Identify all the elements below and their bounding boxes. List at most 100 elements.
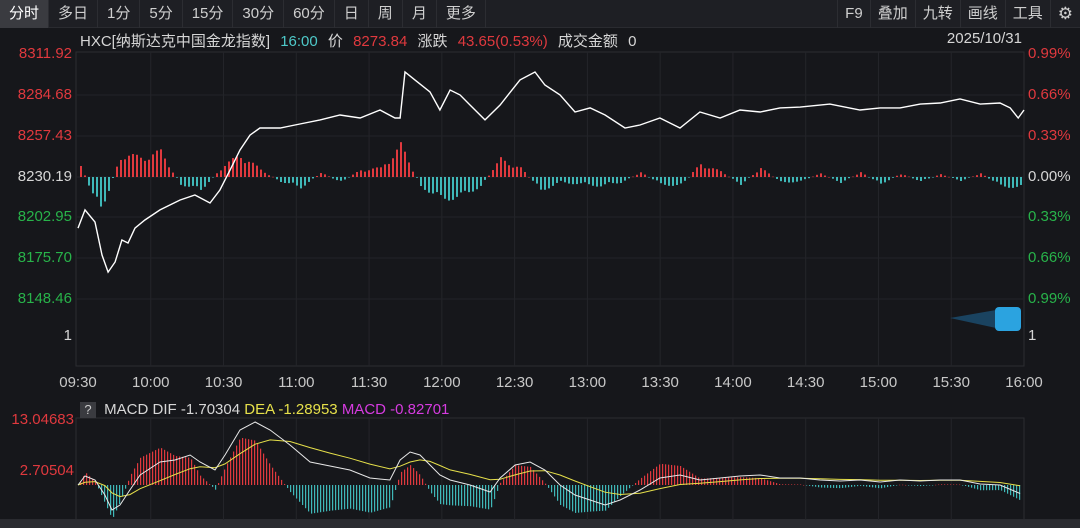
macd-bar <box>413 468 415 485</box>
volume-bar <box>236 156 238 177</box>
macd-bar <box>137 463 139 485</box>
volume-bar <box>148 159 150 177</box>
volume-bar <box>176 177 178 178</box>
macd-header: ? MACD DIF -1.70304 DEA -1.28953 MACD -0… <box>80 401 449 418</box>
macd-bar <box>245 438 247 485</box>
macd-bar <box>860 485 862 486</box>
macd-bar <box>575 485 577 513</box>
macd-bar <box>287 485 289 489</box>
macd-bar <box>647 473 649 485</box>
macd-bar <box>281 479 283 485</box>
macd-bar <box>875 485 877 488</box>
macd-bar <box>470 485 472 507</box>
macd-bar <box>578 485 580 513</box>
dea-label: DEA <box>244 401 275 418</box>
volume-bar <box>540 177 542 190</box>
macd-bar <box>536 473 538 485</box>
macd-bar <box>908 485 910 486</box>
macd-bar <box>230 457 232 485</box>
macd-bar <box>992 485 994 491</box>
volume-bar <box>772 176 774 178</box>
volume-bar <box>892 177 894 178</box>
volume-bar <box>776 177 778 179</box>
volume-bar <box>700 164 702 177</box>
macd-bar <box>143 456 145 485</box>
volume-bar <box>404 151 406 177</box>
macd-bar <box>749 477 751 485</box>
intraday-chart[interactable] <box>0 0 1080 528</box>
macd-bar <box>260 448 262 485</box>
volume-bar <box>452 177 454 200</box>
macd-bar <box>524 466 526 485</box>
macd-bar <box>392 485 394 501</box>
macd-bar <box>338 485 340 510</box>
macd-bar <box>197 470 199 485</box>
macd-bar <box>404 469 406 485</box>
volume-bar <box>644 174 646 177</box>
volume-bar <box>868 177 870 178</box>
price-axis-label: 8148.46 <box>17 290 72 307</box>
macd-bar <box>152 451 154 485</box>
macd-bar <box>851 485 853 487</box>
macd-help-button[interactable]: ? <box>80 402 96 418</box>
macd-bar <box>884 485 886 488</box>
volume-bar <box>328 176 330 177</box>
macd-bar <box>734 477 736 485</box>
time-axis-label: 12:30 <box>495 374 534 391</box>
macd-bar <box>302 485 304 505</box>
volume-bar <box>548 177 550 189</box>
macd-bar <box>380 485 382 510</box>
macd-bar <box>665 464 667 485</box>
macd-bar <box>203 478 205 485</box>
macd-bar <box>932 485 934 486</box>
volume-bar <box>756 172 758 177</box>
macd-bar <box>551 485 553 493</box>
volume-bar <box>856 174 858 177</box>
volume-bar <box>960 177 962 181</box>
macd-bar <box>233 451 235 485</box>
macd-bar <box>896 485 898 486</box>
macd-bar <box>254 440 256 485</box>
macd-bar <box>974 485 976 489</box>
volume-bar <box>260 169 262 177</box>
macd-bar <box>659 464 661 485</box>
macd-bar <box>500 482 502 485</box>
volume-bar <box>184 177 186 187</box>
macd-bar <box>560 485 562 505</box>
macd-bar <box>572 485 574 512</box>
macd-bar <box>257 443 259 485</box>
macd-bar <box>434 485 436 497</box>
macd-bar <box>284 483 286 485</box>
volume-bar <box>412 171 414 177</box>
macd-bar <box>371 485 373 513</box>
volume-bar <box>584 177 586 183</box>
volume-bar <box>560 177 562 181</box>
macd-bar <box>224 469 226 485</box>
macd-bar <box>662 463 664 485</box>
volume-bar <box>860 172 862 177</box>
volume-bar <box>636 174 638 177</box>
macd-bar <box>854 485 856 487</box>
time-axis-label: 15:00 <box>859 374 898 391</box>
volume-bar <box>208 177 210 182</box>
macd-bar <box>440 485 442 505</box>
volume-bar <box>684 177 686 181</box>
volume-bar <box>312 177 314 179</box>
macd-bar <box>428 485 430 489</box>
volume-bar <box>768 173 770 177</box>
percent-axis-label: 0.66% <box>1028 86 1071 103</box>
time-axis-label: 16:00 <box>1005 374 1043 391</box>
volume-bar <box>672 177 674 186</box>
volume-bar <box>372 168 374 177</box>
macd-bar <box>365 485 367 512</box>
volume-bar <box>588 177 590 185</box>
volume-bar <box>464 177 466 191</box>
macd-bar <box>905 484 907 486</box>
macd-bar <box>920 485 922 487</box>
volume-bar <box>520 167 522 177</box>
volume-bar <box>388 163 390 177</box>
macd-bar <box>272 467 274 485</box>
volume-bar <box>168 167 170 177</box>
volume-bar <box>748 177 750 178</box>
macd-bar <box>455 485 457 506</box>
